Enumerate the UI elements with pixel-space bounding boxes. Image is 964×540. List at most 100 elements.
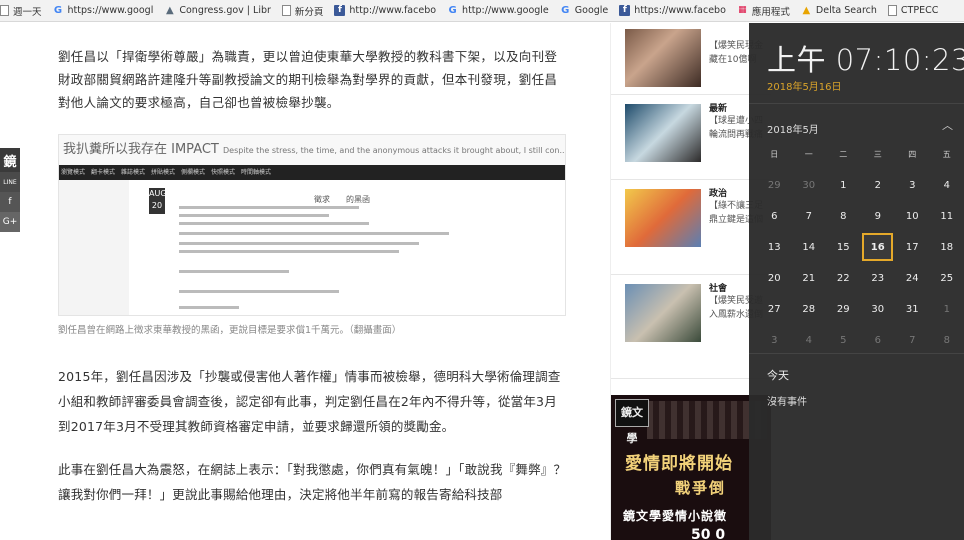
google-icon: G [561, 5, 570, 16]
calendar-day[interactable]: 3 [757, 325, 792, 356]
calendar-day[interactable]: 14 [791, 232, 825, 263]
news-thumbnail[interactable] [625, 29, 701, 87]
screenshot-nav-bar: 瀏覽模式 翻卡模式 雜誌模式 拼貼模式 側欄模式 快照模式 時間軸模式 [59, 165, 565, 180]
calendar-day[interactable]: 10 [895, 201, 930, 232]
news-item[interactable]: 社會 【爆笑民受邀入鳳薪水還倒 [625, 278, 765, 348]
calendar-day[interactable]: 30 [861, 294, 896, 325]
bookmark-item[interactable]: f http://www.facebo [334, 5, 436, 16]
weekday-label: 四 [908, 150, 917, 159]
page-icon [281, 5, 291, 16]
calendar-day[interactable]: 7 [792, 201, 827, 232]
agenda-today-label: 今天 [767, 369, 789, 382]
calendar-day[interactable]: 28 [792, 294, 827, 325]
screenshot-blog-title: 我扒糞所以我存在 IMPACT Despite the stress, the … [59, 135, 565, 165]
bookmark-item[interactable]: ▲ Congress.gov | Libr [164, 5, 271, 16]
bookmark-item[interactable]: 週一天 [0, 4, 42, 18]
calendar-day[interactable]: 7 [895, 325, 930, 356]
calendar-day[interactable]: 30 [792, 170, 827, 201]
calendar-day[interactable]: 20 [757, 263, 792, 294]
weekday-header: 日一二三四五 [757, 139, 964, 170]
calendar-day[interactable]: 1 [826, 170, 861, 201]
bookmark-item[interactable]: CTPECC [887, 5, 939, 16]
weekday-label: 三 [873, 150, 882, 159]
bookmark-label: Congress.gov | Libr [179, 5, 271, 16]
bookmark-item[interactable]: G Google [560, 5, 608, 16]
news-thumbnail[interactable] [625, 189, 701, 247]
bookmark-label: CTPECC [900, 5, 939, 16]
calendar-day[interactable]: 8 [826, 201, 861, 232]
calendar-day[interactable]: 8 [930, 325, 964, 356]
news-thumbnail[interactable] [625, 104, 701, 162]
calendar-day[interactable]: 24 [895, 263, 930, 294]
calendar-day[interactable]: 29 [757, 170, 792, 201]
calendar-week: 6 7 8 9 10 11 [757, 201, 964, 232]
calendar-day[interactable]: 23 [861, 263, 896, 294]
screenshot-body: AUG 20 徵求 的黑函 [59, 180, 565, 315]
calendar-day[interactable]: 15 [826, 232, 860, 263]
calendar-day[interactable]: 6 [861, 325, 896, 356]
calendar-day-today[interactable]: 16 [862, 233, 894, 261]
calendar-day[interactable]: 5 [826, 325, 861, 356]
calendar-week: 27 28 29 30 31 1 [757, 294, 964, 325]
facebook-icon: f [334, 5, 346, 16]
news-category: 政治 [709, 189, 728, 199]
bookmark-label: 應用程式 [751, 6, 790, 18]
agenda-no-events: 沒有事件 [767, 397, 807, 408]
ad-headline-2: 戰爭倒 [675, 479, 727, 497]
news-thumbnail[interactable] [625, 284, 701, 342]
clock-date-link[interactable]: 2018年5月16日 [767, 78, 842, 93]
calendar-day[interactable]: 6 [757, 201, 792, 232]
calendar-week: 20 21 22 23 24 25 [757, 263, 964, 294]
chevron-up-icon[interactable]: ︿ [942, 117, 953, 133]
calendar-week: 345678 [757, 325, 964, 356]
bookmark-item[interactable]: Ghttps://www.googl [53, 5, 153, 16]
calendar-day[interactable]: 2 [861, 170, 896, 201]
bookmark-item[interactable]: Ghttp://www.google [447, 5, 548, 16]
weekday-label: 日 [770, 150, 779, 159]
news-item[interactable]: 【爆笑民現金藏在10億啊 [625, 23, 765, 93]
facebook-icon: f [619, 5, 631, 16]
line-share-button[interactable]: LINE [0, 172, 20, 192]
bookmark-item[interactable]: 新分頁 [281, 4, 323, 18]
congress-icon: ▲ [166, 5, 174, 16]
calendar-day[interactable]: 4 [930, 170, 964, 201]
page-icon [887, 5, 897, 16]
bookmark-label: http://www.facebo [349, 5, 437, 16]
calendar-day[interactable]: 3 [895, 170, 930, 201]
calendar-day[interactable]: 27 [757, 294, 792, 325]
calendar-day[interactable]: 17 [895, 232, 929, 263]
bookmark-label: 週一天 [13, 6, 42, 18]
novel-contest-ad[interactable]: 鏡文學 愛情即將開始 戰爭倒 鏡文學愛情小說徵 50 0 [611, 395, 771, 540]
calendar-grid: 日一二三四五 29 30 1 2 3 4 6 7 8 9 10 11 13 14 15 16 17 18 20 21 22… [757, 139, 964, 356]
news-item[interactable]: 政治 【綠不讓三足鼎立鍵是這個 [625, 183, 765, 253]
article-paragraph-1: 劉任昌以「捍衛學術尊嚴」為職責，更以曾迫使東華大學教授的教科書下架，以及向刊登財… [58, 49, 558, 110]
calendar-day[interactable]: 4 [792, 325, 827, 356]
bookmark-label: https://www.facebo [634, 5, 726, 16]
ad-headline-3: 鏡文學愛情小說徵 [623, 509, 728, 523]
bookmark-item[interactable]: ▦ 應用程式 [737, 4, 790, 18]
facebook-share-button[interactable]: f [0, 192, 20, 212]
screenshot-caption: 劉任昌曾在網路上徵求東華教授的黑函，更說目標是要求償1千萬元。（翻攝畫面） [58, 325, 402, 336]
bookmark-item[interactable]: f https://www.facebo [619, 5, 726, 16]
calendar-day[interactable]: 11 [930, 201, 964, 232]
google-icon: G [448, 5, 457, 16]
calendar-day[interactable]: 18 [930, 232, 964, 263]
calendar-month-label[interactable]: 2018年5月 [767, 121, 819, 136]
calendar-day[interactable]: 9 [861, 201, 896, 232]
calendar-day[interactable]: 22 [826, 263, 861, 294]
calendar-day[interactable]: 31 [895, 294, 930, 325]
calendar-day[interactable]: 21 [792, 263, 827, 294]
google-plus-share-button[interactable]: G+ [0, 212, 20, 232]
bookmark-item[interactable]: ▲ Delta Search [801, 5, 877, 16]
related-news-column: 【爆笑民現金藏在10億啊 最新 【球星遭小四輪流問再戰痛 政治 【綠不讓三足鼎立鍵是這個… [610, 23, 771, 540]
calendar-day[interactable]: 1 [930, 294, 964, 325]
weekday-label: 一 [804, 150, 813, 159]
calendar-day[interactable]: 25 [930, 263, 964, 294]
article-paragraph-2: 2015年，劉任昌因涉及「抄襲或侵害他人著作權」情事而被檢舉，德明科大學術倫理調… [58, 369, 561, 434]
calendar-day[interactable]: 13 [757, 232, 791, 263]
calendar-week: 13 14 15 16 17 18 [757, 232, 964, 263]
news-item[interactable]: 最新 【球星遭小四輪流問再戰痛 [625, 98, 765, 168]
apps-icon: ▦ [738, 5, 747, 15]
calendar-day[interactable]: 29 [826, 294, 861, 325]
brand-share-button[interactable]: 鏡 [0, 148, 20, 172]
